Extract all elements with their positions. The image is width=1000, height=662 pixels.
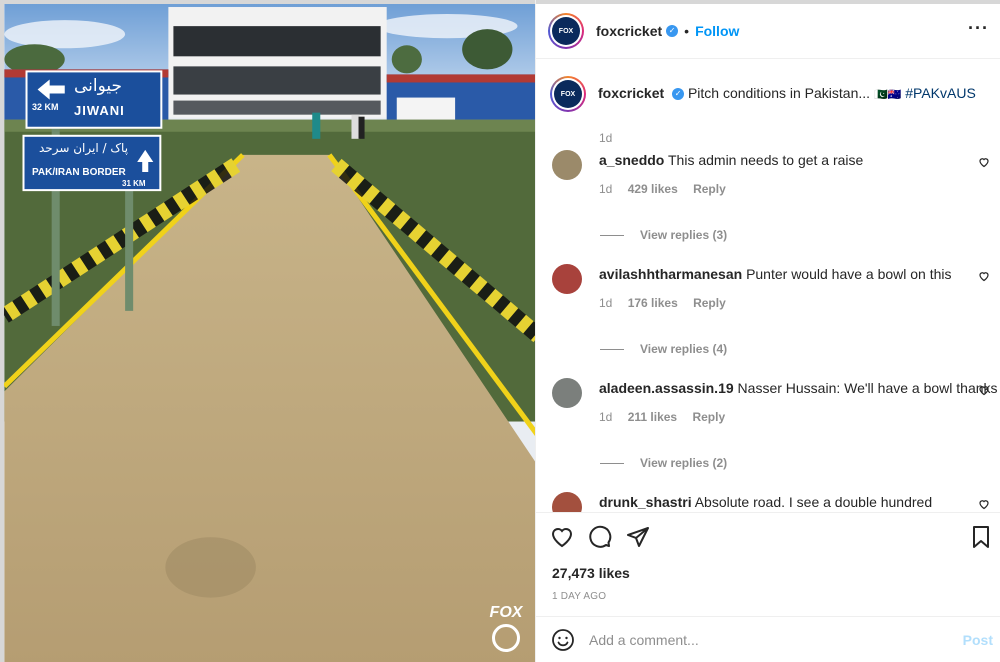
comment-text: This admin needs to get a raise	[668, 152, 864, 168]
comment-avatar[interactable]	[552, 378, 582, 408]
comment-username[interactable]: a_sneddo	[599, 152, 664, 168]
post-actions: 27,473 likes 1 DAY AGO	[536, 512, 1000, 616]
sign-top-urdu: جیوانی	[74, 76, 123, 96]
verified-badge-icon: ✓	[672, 88, 685, 101]
comment-time: 1d	[599, 182, 613, 196]
dot-separator: •	[684, 23, 690, 39]
post-button[interactable]: Post	[963, 632, 993, 648]
cricket-ball-icon	[492, 624, 520, 652]
comment-likes[interactable]: 176 likes	[628, 296, 678, 310]
comment-username[interactable]: avilashhtharmanesan	[599, 266, 742, 282]
sign-top-km: 32 KM	[32, 102, 59, 112]
comment-avatar[interactable]	[552, 492, 582, 512]
post-header: FOX foxcricket ✓ • Follow ···	[536, 4, 1000, 59]
reply-button[interactable]: Reply	[693, 182, 726, 196]
comment-body: drunk_shastri Absolute road. I see a dou…	[599, 494, 932, 510]
avatar[interactable]: FOX	[548, 13, 584, 49]
emoji-icon[interactable]	[551, 628, 575, 652]
comment-likes[interactable]: 429 likes	[628, 182, 678, 196]
post-panel: FOX foxcricket ✓ • Follow ··· FOX foxcri…	[535, 0, 1000, 662]
comment-avatar[interactable]	[552, 150, 582, 180]
add-comment-bar: Post	[536, 616, 1000, 662]
caption-avatar[interactable]: FOX	[550, 76, 586, 112]
fox-watermark: FOX	[489, 604, 523, 652]
comment-meta: 1d 176 likes Reply	[599, 296, 738, 310]
action-icons	[550, 525, 650, 549]
comment-body: aladeen.assassin.19 Nasser Hussain: We'l…	[599, 380, 998, 396]
sign-bottom-km: 31 KM	[122, 179, 146, 188]
fox-logo-icon: FOX	[554, 80, 582, 108]
verified-badge-icon: ✓	[666, 25, 679, 37]
comment-time: 1d	[599, 296, 613, 310]
more-options-icon[interactable]: ···	[968, 18, 989, 39]
comment-text: Nasser Hussain: We'll have a bowl thanks	[737, 380, 998, 396]
fox-logo-icon: FOX	[552, 17, 580, 45]
comment-bubble-icon[interactable]	[588, 525, 612, 549]
view-replies-button[interactable]: View replies (3)	[600, 228, 727, 242]
heart-icon[interactable]	[978, 156, 990, 168]
comment-time: 1d	[599, 410, 613, 424]
post-timestamp: 1 DAY AGO	[552, 591, 607, 602]
view-replies-label: View replies (4)	[640, 342, 728, 356]
replies-line	[600, 462, 624, 464]
sign-top-english: JIWANI	[74, 103, 125, 118]
reply-button[interactable]: Reply	[692, 410, 725, 424]
comment-body: avilashhtharmanesan Punter would have a …	[599, 266, 952, 282]
sign-bottom-english: PAK/IRAN BORDER	[32, 167, 126, 178]
share-send-icon[interactable]	[626, 525, 650, 549]
comment-text: Punter would have a bowl on this	[746, 266, 952, 282]
heart-icon[interactable]	[978, 498, 990, 510]
comment-avatar[interactable]	[552, 264, 582, 294]
comment-body: a_sneddo This admin needs to get a raise	[599, 152, 863, 168]
replies-line	[600, 348, 624, 350]
comment-likes[interactable]: 211 likes	[628, 410, 677, 424]
avatar-ring: FOX	[550, 15, 582, 47]
like-heart-icon[interactable]	[550, 525, 574, 549]
caption-body: Pitch conditions in Pakistan...	[687, 85, 871, 101]
comments-list[interactable]: FOX foxcricket ✓ Pitch conditions in Pak…	[536, 60, 1000, 512]
likes-count[interactable]: 27,473 likes	[552, 565, 630, 581]
caption: FOX foxcricket ✓ Pitch conditions in Pak…	[550, 76, 976, 145]
bookmark-icon[interactable]	[969, 525, 993, 549]
view-replies-button[interactable]: View replies (2)	[600, 456, 727, 470]
follow-button[interactable]: Follow	[695, 23, 739, 39]
view-replies-label: View replies (3)	[640, 228, 728, 242]
header-username[interactable]: foxcricket	[596, 23, 662, 39]
reply-button[interactable]: Reply	[693, 296, 726, 310]
heart-icon[interactable]	[978, 270, 990, 282]
comment-username[interactable]: aladeen.assassin.19	[599, 380, 734, 396]
caption-username[interactable]: foxcricket	[598, 85, 664, 101]
hashtag-link[interactable]: #PAKvAUS	[905, 85, 976, 101]
sign-bottom-urdu: پاک / ایران سرحد	[39, 141, 129, 155]
comment-input[interactable]	[589, 631, 949, 648]
caption-time: 1d	[599, 131, 613, 145]
heart-icon[interactable]	[978, 384, 990, 396]
flag-emoji: 🇵🇰🇦🇺	[873, 88, 902, 101]
post-media[interactable]: جیوانی 32 KM JIWANI پاک / ایران سرحد PAK…	[0, 0, 535, 662]
comment-text: Absolute road. I see a double hundred	[694, 494, 933, 510]
comment-meta: 1d 429 likes Reply	[599, 182, 738, 196]
comment-username[interactable]: drunk_shastri	[599, 494, 692, 510]
replies-line	[600, 234, 624, 236]
caption-text: foxcricket ✓ Pitch conditions in Pakista…	[598, 85, 976, 112]
comment-meta: 1d 211 likes Reply	[599, 410, 737, 424]
view-replies-button[interactable]: View replies (4)	[600, 342, 727, 356]
fox-watermark-text: FOX	[489, 604, 523, 621]
view-replies-label: View replies (2)	[640, 456, 728, 470]
caption-avatar-ring: FOX	[552, 78, 584, 110]
